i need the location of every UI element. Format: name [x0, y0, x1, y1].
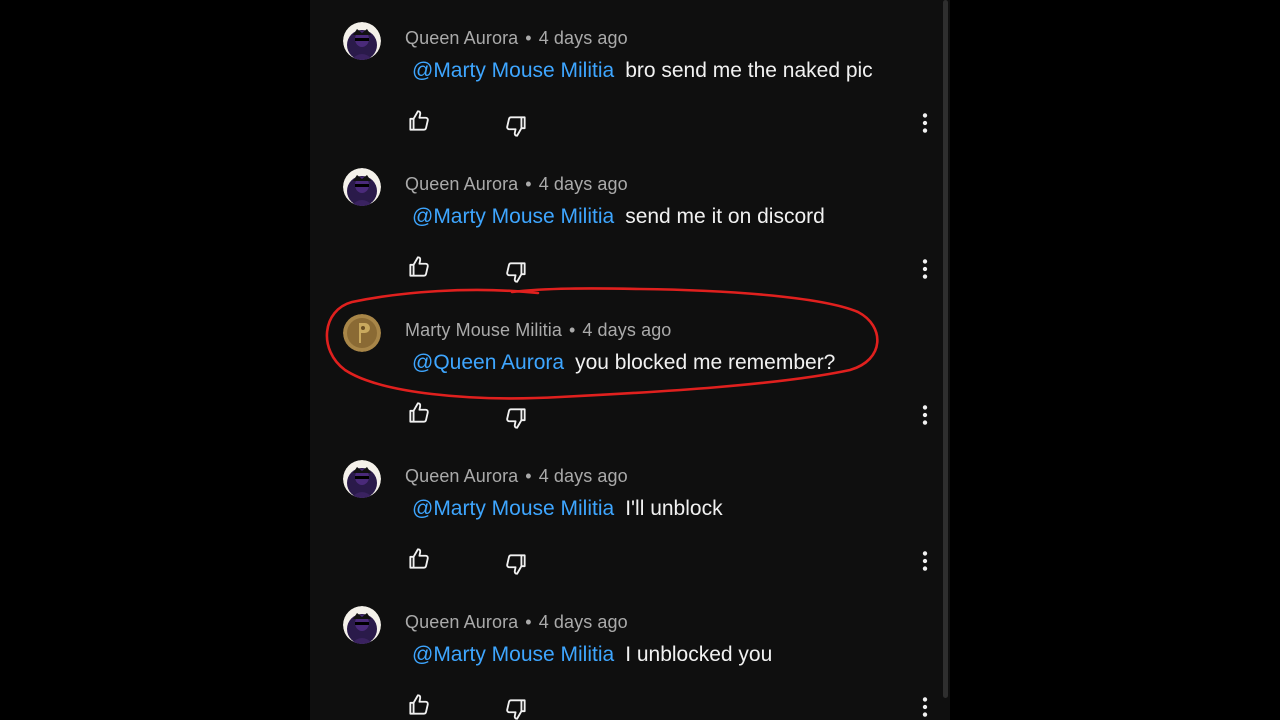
comment-meta: Queen Aurora • 4 days ago — [405, 612, 628, 633]
thumbs-up-icon — [406, 108, 432, 134]
comment-time[interactable]: 4 days ago — [539, 174, 628, 194]
comment-meta: Marty Mouse Militia • 4 days ago — [405, 320, 671, 341]
thumbs-down-icon — [503, 696, 529, 720]
like-button[interactable] — [406, 546, 432, 572]
thumbs-down-icon — [503, 405, 529, 431]
queen-aurora-avatar[interactable] — [343, 22, 381, 60]
comment-time[interactable]: 4 days ago — [582, 320, 671, 340]
dislike-button[interactable] — [503, 113, 529, 139]
comment-meta: Queen Aurora • 4 days ago — [405, 28, 628, 49]
mention-link[interactable]: @Marty Mouse Militia — [412, 205, 614, 228]
mention-link[interactable]: @Marty Mouse Militia — [412, 497, 614, 520]
queen-aurora-avatar[interactable] — [343, 168, 381, 206]
comment-time[interactable]: 4 days ago — [539, 612, 628, 632]
comment-meta: Queen Aurora • 4 days ago — [405, 466, 628, 487]
thumbs-up-icon — [406, 254, 432, 280]
comment-reply: Queen Aurora • 4 days ago @Marty Mouse Mil… — [310, 438, 950, 584]
dislike-button[interactable] — [503, 551, 529, 577]
more-vertical-icon — [912, 110, 938, 136]
comment-text: send me it on discord — [625, 205, 825, 228]
queen-aurora-avatar[interactable] — [343, 460, 381, 498]
thumbs-down-icon — [503, 551, 529, 577]
comment-time[interactable]: 4 days ago — [539, 28, 628, 48]
dislike-button[interactable] — [503, 259, 529, 285]
thumbs-down-icon — [503, 259, 529, 285]
like-button[interactable] — [406, 692, 432, 718]
like-button[interactable] — [406, 400, 432, 426]
comment-author[interactable]: Queen Aurora — [405, 28, 518, 48]
more-vertical-icon — [912, 256, 938, 282]
dislike-button[interactable] — [503, 696, 529, 720]
comment-body: @Marty Mouse Militia bro send me the nake… — [412, 59, 873, 83]
comment-reply: Queen Aurora • 4 days ago @Marty Mouse Mil… — [310, 0, 950, 146]
comment-reply: Queen Aurora • 4 days ago @Marty Mouse Mil… — [310, 146, 950, 292]
comment-author[interactable]: Marty Mouse Militia — [405, 320, 562, 340]
video-frame: Queen Aurora • 4 days ago @Marty Mouse Mil… — [0, 0, 1280, 720]
thumbs-up-icon — [406, 400, 432, 426]
thumbs-up-icon — [406, 692, 432, 718]
queen-aurora-avatar[interactable] — [343, 606, 381, 644]
marty-mouse-militia-avatar[interactable] — [343, 314, 381, 352]
mention-link[interactable]: @Marty Mouse Militia — [412, 643, 614, 666]
comment-menu-button[interactable] — [912, 402, 938, 428]
like-button[interactable] — [406, 254, 432, 280]
comment-meta: Queen Aurora • 4 days ago — [405, 174, 628, 195]
meta-separator: • — [525, 612, 532, 632]
comment-author[interactable]: Queen Aurora — [405, 466, 518, 486]
comment-body: @Marty Mouse Militia send me it on discor… — [412, 205, 825, 229]
comment-author[interactable]: Queen Aurora — [405, 612, 518, 632]
more-vertical-icon — [912, 694, 938, 720]
meta-separator: • — [525, 28, 532, 48]
comment-body: @Marty Mouse Militia I'll unblock — [412, 497, 723, 521]
comment-menu-button[interactable] — [912, 110, 938, 136]
meta-separator: • — [525, 466, 532, 486]
thumbs-up-icon — [406, 546, 432, 572]
comment-time[interactable]: 4 days ago — [539, 466, 628, 486]
comment-text: I'll unblock — [625, 497, 723, 520]
comment-text: bro send me the naked pic — [625, 59, 873, 82]
comment-menu-button[interactable] — [912, 694, 938, 720]
mention-link[interactable]: @Marty Mouse Militia — [412, 59, 614, 82]
like-button[interactable] — [406, 108, 432, 134]
thumbs-down-icon — [503, 113, 529, 139]
comment-text: you blocked me remember? — [575, 351, 836, 374]
meta-separator: • — [525, 174, 532, 194]
comment-body: @Queen Aurora you blocked me remember? — [412, 351, 835, 375]
mention-link[interactable]: @Queen Aurora — [412, 351, 564, 374]
more-vertical-icon — [912, 402, 938, 428]
comment-reply: Marty Mouse Militia • 4 days ago @Queen Au… — [310, 292, 950, 438]
comment-menu-button[interactable] — [912, 548, 938, 574]
comment-text: I unblocked you — [625, 643, 773, 666]
comment-menu-button[interactable] — [912, 256, 938, 282]
meta-separator: • — [568, 320, 576, 340]
comment-author[interactable]: Queen Aurora — [405, 174, 518, 194]
dislike-button[interactable] — [503, 405, 529, 431]
comment-reply: Queen Aurora • 4 days ago @Marty Mouse Mil… — [310, 584, 950, 720]
more-vertical-icon — [912, 548, 938, 574]
comment-body: @Marty Mouse Militia I unblocked you — [412, 643, 772, 667]
